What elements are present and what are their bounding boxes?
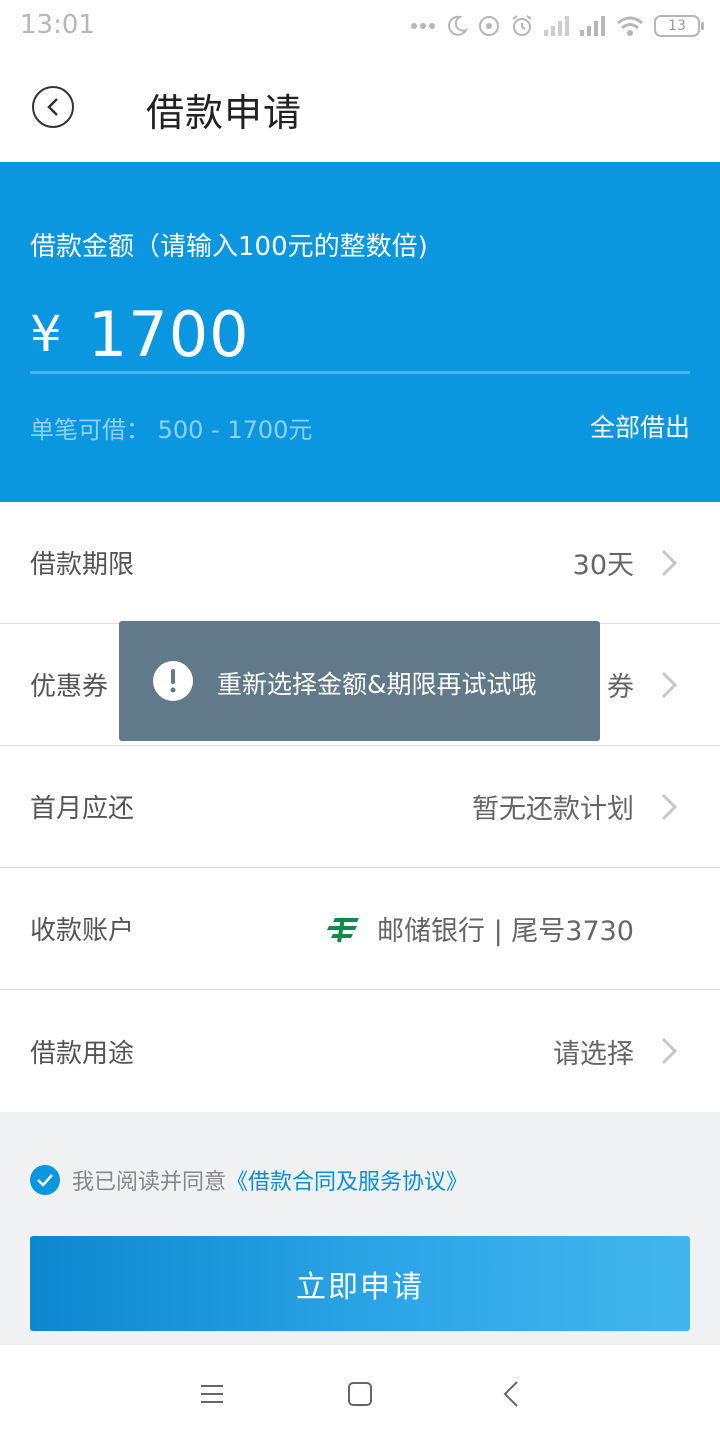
row-label: 收款账户	[30, 916, 135, 946]
agreement: 我已阅读并同意 《借款合同及服务协议》	[30, 1164, 468, 1196]
row-value-text: 暂无还款计划	[472, 794, 634, 825]
row-label: 优惠券	[30, 672, 109, 702]
page-title: 借款申请	[146, 91, 303, 135]
header: 借款申请	[0, 52, 720, 162]
row-value-text: 券	[607, 672, 634, 703]
back-icon[interactable]	[497, 1379, 527, 1409]
menu-icon[interactable]	[197, 1379, 227, 1409]
chevron-right-icon	[661, 1037, 678, 1065]
amount-panel: 借款金额（请输入100元的整数倍) ¥ 1700 单笔可借： 500 - 170…	[0, 162, 720, 502]
signal-icon-2	[580, 16, 605, 36]
system-nav-bar	[0, 1344, 720, 1440]
battery-icon: 13	[654, 15, 704, 37]
headset-icon	[479, 16, 499, 36]
amount-input[interactable]: ¥ 1700	[30, 297, 690, 371]
currency-symbol: ¥	[30, 305, 62, 363]
chevron-right-icon	[661, 671, 678, 698]
agreement-text: 我已阅读并同意	[72, 1170, 227, 1195]
amount-underline	[30, 371, 690, 374]
row-value-text: 30天	[572, 550, 634, 581]
status-bar: 13:01 13	[0, 0, 720, 52]
chevron-right-icon	[661, 793, 678, 820]
status-icons: 13	[410, 12, 704, 40]
row-value-text: 邮储银行 | 尾号3730	[377, 916, 634, 947]
row-value: 暂无还款计划	[472, 787, 634, 826]
row-value: 券	[607, 665, 634, 704]
apply-button[interactable]: 立即申请	[30, 1236, 690, 1331]
amount-range: 单笔可借： 500 - 1700元	[30, 416, 313, 444]
more-icon	[411, 23, 435, 29]
wifi-icon	[617, 16, 643, 36]
row-value: 请选择	[553, 1032, 634, 1071]
agreement-link[interactable]: 《借款合同及服务协议》	[226, 1164, 468, 1196]
postal-bank-logo	[327, 917, 360, 942]
row-value: 30天	[573, 543, 634, 582]
row-loan-purpose[interactable]: 借款用途 请选择	[0, 990, 720, 1112]
amount-label: 借款金额（请输入100元的整数倍)	[30, 232, 428, 262]
row-receiving-account[interactable]: 收款账户 邮储银行 | 尾号3730	[0, 868, 720, 990]
row-label: 首月应还	[30, 794, 135, 824]
home-square-icon[interactable]	[345, 1379, 375, 1409]
agreement-checkbox[interactable]	[30, 1165, 60, 1195]
row-label: 借款期限	[30, 550, 135, 580]
alarm-icon	[512, 15, 532, 36]
signal-icon	[544, 16, 569, 36]
bottom-area: 我已阅读并同意 《借款合同及服务协议》 立即申请	[0, 1112, 720, 1344]
check-icon	[37, 1174, 53, 1187]
loan-detail-list: 借款期限 30天 优惠券 券 首月应还 暂无还款计划 收款账户 邮储银行 | 尾…	[0, 502, 720, 1112]
exclamation-icon	[153, 661, 193, 701]
borrow-all-button[interactable]: 全部借出	[590, 408, 690, 444]
back-button[interactable]	[32, 86, 74, 128]
row-label: 借款用途	[30, 1038, 135, 1069]
row-first-payment[interactable]: 首月应还 暂无还款计划	[0, 746, 720, 868]
chevron-right-icon	[661, 549, 678, 576]
row-value: 邮储银行 | 尾号3730	[327, 909, 634, 948]
row-loan-term[interactable]: 借款期限 30天	[0, 502, 720, 624]
row-value-text: 请选择	[553, 1038, 634, 1070]
moon-icon	[448, 15, 468, 36]
status-time: 13:01	[20, 10, 95, 40]
back-circle-icon	[47, 98, 58, 116]
toast-message: 重新选择金额&期限再试试哦	[119, 621, 600, 741]
toast-text: 重新选择金额&期限再试试哦	[217, 670, 537, 699]
amount-value: 1700	[87, 297, 250, 371]
